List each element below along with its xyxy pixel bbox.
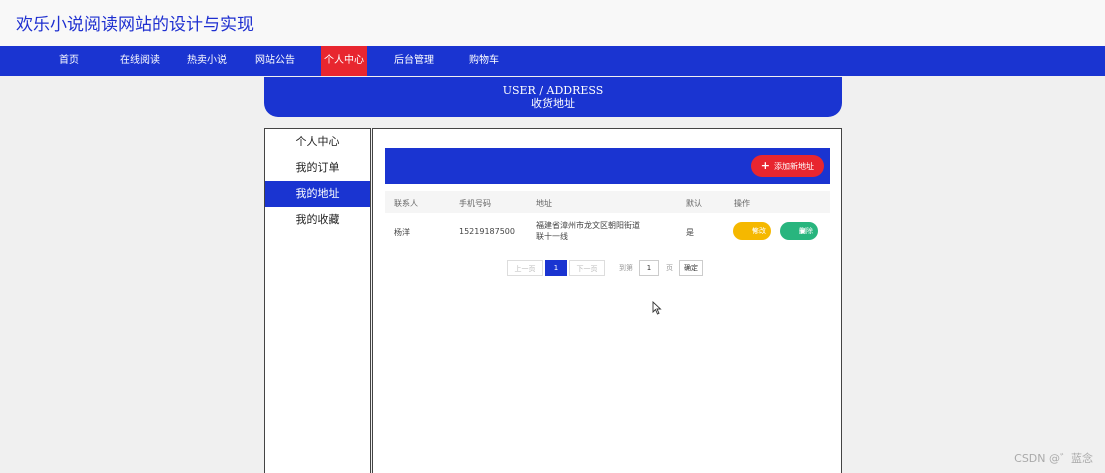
sidebar: 个人中心 我的订单 我的地址 我的收藏 bbox=[264, 128, 371, 473]
add-address-button[interactable]: + 添加新地址 bbox=[750, 155, 824, 177]
banner-title-en: USER / ADDRESS bbox=[502, 84, 604, 97]
sidebar-item-addresses[interactable]: 我的地址 bbox=[265, 181, 370, 207]
pager-page-unit: 页 bbox=[666, 264, 673, 272]
mouse-pointer-icon bbox=[652, 300, 662, 319]
cell-phone: 15219187500 bbox=[459, 227, 515, 236]
plus-icon: + bbox=[760, 159, 770, 172]
cell-contact: 杨洋 bbox=[394, 228, 410, 237]
sidebar-item-favorites[interactable]: 我的收藏 bbox=[265, 207, 370, 233]
pager-confirm-button[interactable]: 确定 bbox=[679, 260, 703, 276]
address-toolbar: + 添加新地址 bbox=[385, 148, 830, 184]
page-banner: USER / ADDRESS 收货地址 bbox=[264, 77, 842, 117]
cell-address: 福建省漳州市龙文区朝阳街道联十一线 bbox=[536, 221, 640, 241]
pager-prev[interactable]: 上一页 bbox=[507, 260, 543, 276]
nav-personal-center[interactable]: 个人中心 bbox=[321, 46, 367, 76]
edit-button[interactable]: ✎ 修改 bbox=[733, 222, 771, 240]
edit-label: 修改 bbox=[752, 227, 766, 235]
pager-goto-label: 到第 bbox=[619, 264, 633, 272]
pager-page-input[interactable]: 1 bbox=[639, 260, 659, 276]
nav-admin[interactable]: 后台管理 bbox=[391, 46, 437, 76]
sidebar-item-personal-center[interactable]: 个人中心 bbox=[265, 129, 370, 155]
watermark: CSDN @゛蓝念 bbox=[1014, 452, 1093, 465]
delete-label: 删除 bbox=[799, 227, 813, 235]
pager-next[interactable]: 下一页 bbox=[569, 260, 605, 276]
header-phone: 手机号码 bbox=[459, 199, 491, 208]
nav-hot-novels[interactable]: 热卖小说 bbox=[184, 46, 230, 76]
main-nav: 首页 在线阅读 热卖小说 网站公告 个人中心 后台管理 购物车 bbox=[0, 46, 1105, 76]
banner-title-cn: 收货地址 bbox=[531, 97, 575, 110]
main-panel: + 添加新地址 联系人 手机号码 地址 默认 操作 杨洋 15219187500 … bbox=[372, 128, 842, 473]
header-contact: 联系人 bbox=[394, 199, 418, 208]
table-row: 杨洋 15219187500 福建省漳州市龙文区朝阳街道联十一线 是 ✎ 修改 … bbox=[385, 215, 830, 249]
header-default: 默认 bbox=[686, 199, 702, 208]
delete-button[interactable]: ▣ 删除 bbox=[780, 222, 818, 240]
table-header: 联系人 手机号码 地址 默认 操作 bbox=[385, 191, 830, 213]
nav-announcements[interactable]: 网站公告 bbox=[252, 46, 298, 76]
nav-home[interactable]: 首页 bbox=[56, 46, 82, 76]
site-title: 欢乐小说阅读网站的设计与实现 bbox=[16, 15, 254, 35]
sidebar-item-orders[interactable]: 我的订单 bbox=[265, 155, 370, 181]
header-actions: 操作 bbox=[734, 199, 750, 208]
pager-current-page[interactable]: 1 bbox=[545, 260, 567, 276]
cell-default: 是 bbox=[686, 228, 694, 237]
header-address: 地址 bbox=[536, 199, 552, 208]
nav-online-reading[interactable]: 在线阅读 bbox=[117, 46, 163, 76]
nav-cart[interactable]: 购物车 bbox=[466, 46, 502, 76]
add-address-label: 添加新地址 bbox=[774, 162, 814, 171]
site-header: 欢乐小说阅读网站的设计与实现 bbox=[0, 0, 1105, 46]
